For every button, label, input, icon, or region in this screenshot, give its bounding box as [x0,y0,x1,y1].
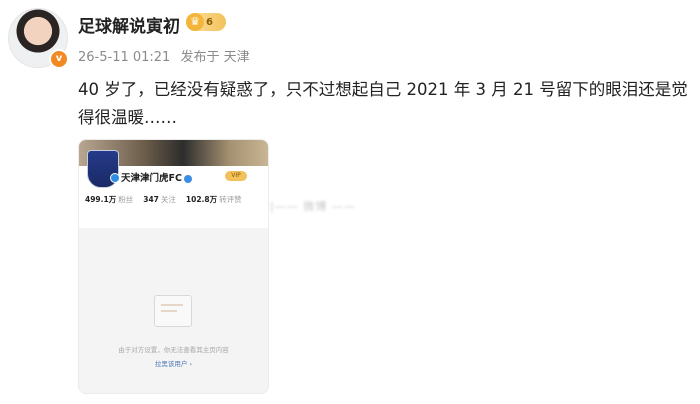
verified-icon [110,173,120,183]
author-avatar[interactable]: v [8,8,69,69]
team-vip-badge: VIP [225,171,247,181]
team-logo-icon [87,150,120,188]
block-user-link[interactable]: 拉黑该用户 › [79,358,268,368]
crown-icon: ♛ [186,13,204,31]
stat-follow: 347 关注 [143,195,176,204]
team-name: 天津津门虎FC [121,170,192,184]
card-empty-state: 由于对方设置，你无法查看其主页内容 拉黑该用户 › [79,228,268,393]
author-name[interactable]: 足球解说寅初 [78,12,180,37]
document-icon [154,295,192,327]
post-location: 发布于 天津 [180,50,250,65]
post-time[interactable]: 26-5-11 01:21 [78,50,170,65]
team-stats: 499.1万 粉丝 347 关注 102.8万 转评赞 [85,194,242,205]
verified-badge-icon: v [49,49,69,69]
stat-interactions: 102.8万 转评赞 [185,195,242,204]
card-profile-header: 天津津门虎FC VIP 499.1万 粉丝 347 关注 102.8万 转评赞 [79,150,268,228]
vip-level: 6 [206,16,213,28]
empty-message: 由于对方设置，你无法查看其主页内容 [118,346,229,354]
check-icon [183,174,192,183]
embedded-profile-card[interactable]: 天津津门虎FC VIP 499.1万 粉丝 347 关注 102.8万 转评赞 由于对… [78,139,269,394]
stat-fans: 499.1万 粉丝 [85,195,134,204]
post-meta: 26-5-11 01:21 发布于 天津 [78,46,256,65]
vip-badge[interactable]: ♛ 6 [186,13,226,31]
post-text: 40 岁了，已经没有疑惑了，只不过想起自己 2021 年 3 月 21 号留下的… [78,80,688,127]
blurred-caption: |—— 微博 —— [270,200,356,213]
